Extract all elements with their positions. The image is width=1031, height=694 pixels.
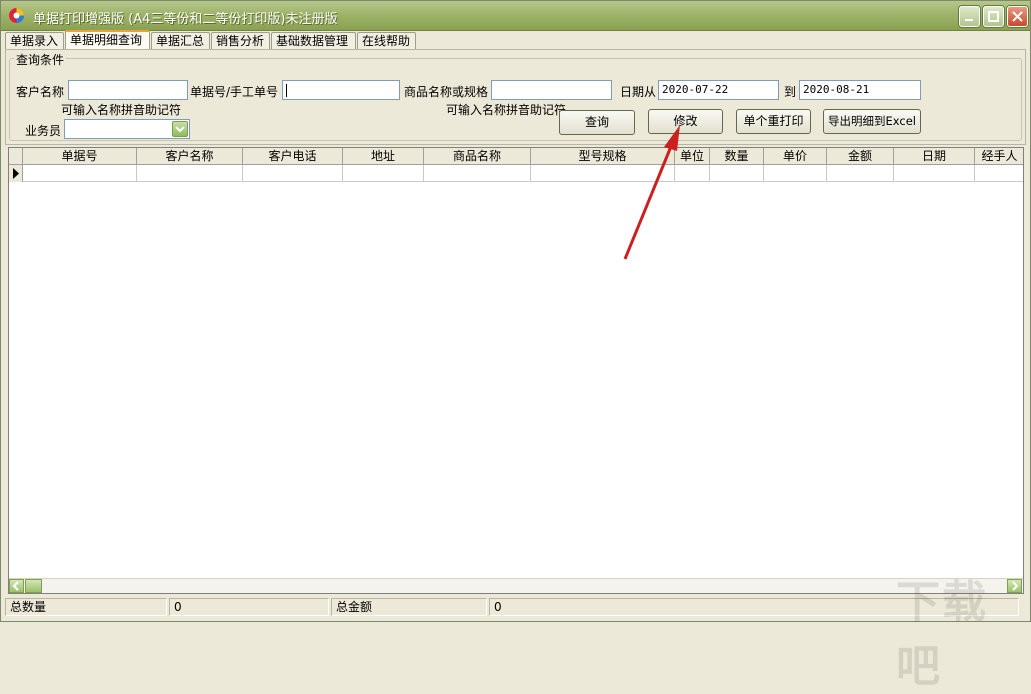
table-cell[interactable]: [343, 165, 424, 182]
horizontal-scrollbar[interactable]: [9, 578, 1023, 593]
scroll-thumb[interactable]: [25, 579, 42, 593]
date-to-input[interactable]: 2020-08-21: [799, 80, 921, 100]
column-header[interactable]: 商品名称: [424, 148, 531, 165]
column-header[interactable]: 经手人: [975, 148, 1023, 165]
app-logo-icon: [9, 8, 24, 23]
tab-basic-data[interactable]: 基础数据管理: [271, 32, 356, 49]
watermark-logo: 下载吧: [896, 577, 988, 692]
column-header[interactable]: 金额: [827, 148, 894, 165]
close-icon: [1012, 11, 1023, 22]
minimize-button[interactable]: [959, 6, 980, 27]
minimize-icon: [965, 19, 973, 21]
modify-button[interactable]: 修改: [648, 109, 723, 134]
window-title: 单据打印增强版 (A4三等份和二等份打印版)未注册版: [33, 12, 338, 27]
total-qty-value: 0: [169, 598, 329, 616]
table-cell[interactable]: [764, 165, 827, 182]
date-from-input[interactable]: 2020-07-22: [658, 80, 779, 100]
column-header[interactable]: 地址: [343, 148, 424, 165]
reprint-button[interactable]: 单个重打印: [736, 109, 811, 134]
grid-header: 单据号 客户名称 客户电话 地址 商品名称 型号规格 单位 数量 单价 金额 日…: [9, 148, 1023, 165]
product-hint: 可输入名称拼音助记符: [446, 103, 567, 117]
title-bar[interactable]: 单据打印增强版 (A4三等份和二等份打印版)未注册版: [1, 1, 1030, 31]
table-row[interactable]: [9, 165, 1023, 182]
table-cell[interactable]: [710, 165, 764, 182]
tab-document-summary[interactable]: 单据汇总: [151, 32, 210, 49]
tab-document-entry[interactable]: 单据录入: [5, 32, 64, 49]
column-header[interactable]: 单价: [764, 148, 827, 165]
search-button[interactable]: 查询: [559, 110, 635, 135]
maximize-icon: [988, 11, 999, 22]
chevron-down-icon: [175, 126, 185, 133]
doc-no-label: 单据号/手工单号: [190, 85, 279, 99]
date-from-label: 日期从: [620, 85, 657, 99]
column-header[interactable]: 单位: [675, 148, 710, 165]
column-header[interactable]: 型号规格: [531, 148, 675, 165]
column-header[interactable]: 数量: [710, 148, 764, 165]
query-group-title: 查询条件: [14, 51, 67, 68]
doc-no-input[interactable]: [282, 80, 400, 100]
header-corner: [9, 148, 23, 165]
table-cell[interactable]: [827, 165, 894, 182]
text-caret: [286, 83, 287, 97]
tab-document-detail-query[interactable]: 单据明细查询: [65, 30, 150, 49]
product-label: 商品名称或规格: [404, 85, 489, 99]
table-cell[interactable]: [23, 165, 137, 182]
tab-sales-analysis[interactable]: 销售分析: [211, 32, 270, 49]
export-excel-button[interactable]: 导出明细到Excel: [823, 109, 921, 134]
table-cell[interactable]: [137, 165, 243, 182]
detail-grid[interactable]: 单据号 客户名称 客户电话 地址 商品名称 型号规格 单位 数量 单价 金额 日…: [8, 147, 1024, 594]
column-header[interactable]: 日期: [894, 148, 975, 165]
product-input[interactable]: [491, 80, 612, 100]
customer-input[interactable]: [68, 80, 188, 100]
salesperson-select[interactable]: [64, 119, 190, 139]
date-to-label: 到: [784, 85, 797, 99]
table-cell[interactable]: [975, 165, 1023, 182]
tab-online-help[interactable]: 在线帮助: [357, 32, 416, 49]
salesperson-label: 业务员: [25, 124, 62, 138]
customer-label: 客户名称: [16, 85, 65, 99]
scroll-left-button[interactable]: [9, 579, 24, 593]
row-indicator: [9, 165, 23, 182]
column-header[interactable]: 客户名称: [137, 148, 243, 165]
arrow-left-icon: [12, 581, 19, 591]
table-cell[interactable]: [531, 165, 675, 182]
table-cell[interactable]: [894, 165, 975, 182]
total-amount-label: 总金额: [331, 598, 487, 616]
table-cell[interactable]: [424, 165, 531, 182]
dropdown-arrow-button[interactable]: [172, 121, 188, 137]
close-button[interactable]: [1007, 6, 1028, 27]
column-header[interactable]: 客户电话: [243, 148, 343, 165]
total-qty-label: 总数量: [5, 598, 167, 616]
app-window: 单据打印增强版 (A4三等份和二等份打印版)未注册版 单据录入 单据明细查询 单…: [0, 0, 1031, 692]
column-header[interactable]: 单据号: [23, 148, 137, 165]
row-pointer-icon: [13, 168, 19, 179]
table-cell[interactable]: [675, 165, 710, 182]
maximize-button[interactable]: [983, 6, 1004, 27]
status-bar: 总数量 0 总金额 0: [5, 598, 1026, 617]
customer-hint: 可输入名称拼音助记符: [61, 103, 182, 117]
table-cell[interactable]: [243, 165, 343, 182]
